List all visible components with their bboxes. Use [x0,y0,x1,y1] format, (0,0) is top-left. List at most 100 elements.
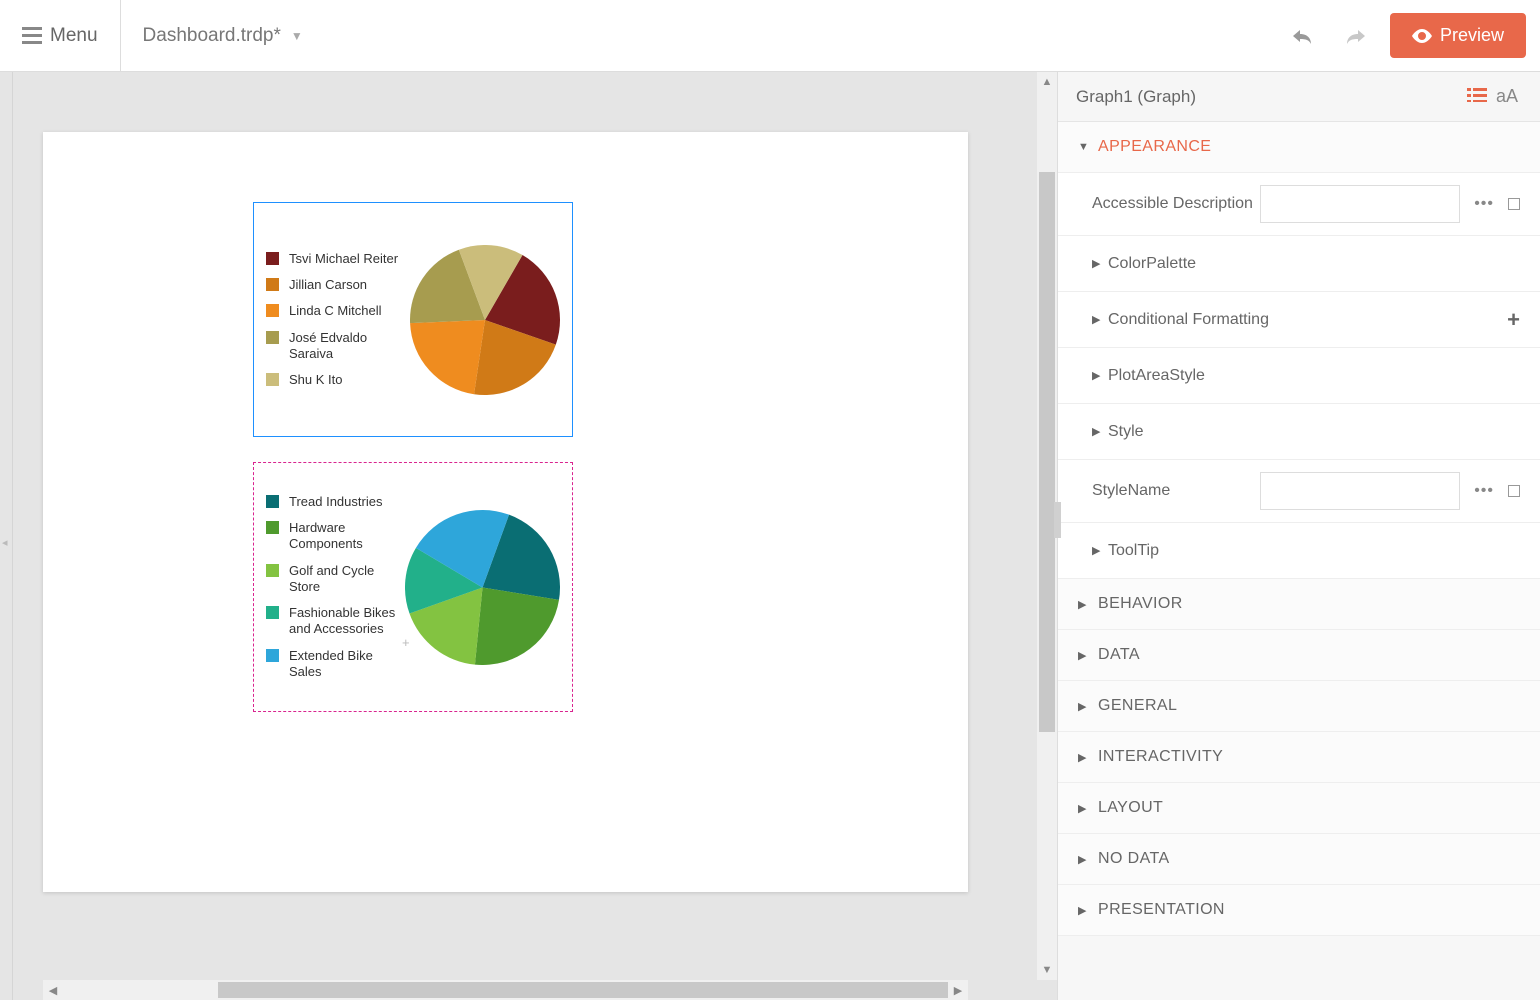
menu-button[interactable]: Menu [0,0,121,71]
prop-plot-area-style[interactable]: ▶ PlotAreaStyle [1058,348,1540,404]
group-behavior[interactable]: BEHAVIOR [1058,579,1540,630]
legend-swatch [266,606,279,619]
group-label: PRESENTATION [1098,901,1225,919]
legend-swatch [266,521,279,534]
selected-element-title: Graph1 (Graph) [1076,87,1462,107]
legend-swatch [266,278,279,291]
prop-color-palette[interactable]: ▶ ColorPalette [1058,236,1540,292]
ellipsis-button[interactable]: ••• [1470,482,1498,500]
prop-style-name: StyleName ••• [1058,460,1540,523]
legend-label: Jillian Carson [289,277,367,293]
report-page[interactable]: Tsvi Michael Reiter Jillian Carson Linda C… [43,132,968,892]
style-name-input[interactable] [1260,472,1460,510]
legend-swatch [266,495,279,508]
chevron-down-icon [1078,141,1090,153]
ellipsis-button[interactable]: ••• [1470,195,1498,213]
legend-item: Shu K Ito [266,372,402,388]
chevron-right-icon [1078,598,1090,611]
legend-item: Jillian Carson [266,277,402,293]
eye-icon [1412,29,1432,43]
graph1-pie-chart[interactable]: Tsvi Michael Reiter Jillian Carson Linda C… [253,202,573,437]
file-name: Dashboard.trdp* [143,25,281,47]
pie-chart-icon [410,245,560,395]
scroll-up-icon[interactable]: ▲ [1037,72,1057,92]
chevron-right-icon [1078,802,1090,815]
legend-label: Fashionable Bikes and Accessories [289,605,397,638]
expression-button[interactable] [1508,485,1520,497]
left-collapse-strip[interactable] [0,72,13,1000]
legend-label: Tread Industries [289,494,382,510]
legend-label: Hardware Components [289,520,397,553]
legend-swatch [266,252,279,265]
scroll-left-icon[interactable]: ◀ [43,984,63,997]
legend-item: Hardware Components [266,520,397,553]
file-name-dropdown[interactable]: Dashboard.trdp* ▼ [121,25,325,47]
chevron-down-icon: ▼ [291,29,303,43]
top-toolbar: Menu Dashboard.trdp* ▼ Preview [0,0,1540,72]
categorized-view-icon[interactable] [1462,86,1492,107]
prop-style[interactable]: ▶ Style [1058,404,1540,460]
horizontal-scrollbar[interactable]: ◀ ▶ [43,980,968,1000]
scroll-right-icon[interactable]: ▶ [948,984,968,997]
legend-label: José Edvaldo Saraiva [289,330,402,363]
prop-label: Style [1108,423,1520,441]
group-general[interactable]: GENERAL [1058,681,1540,732]
prop-label: StyleName [1092,482,1260,500]
prop-tooltip[interactable]: ▶ ToolTip [1058,523,1540,579]
group-presentation[interactable]: PRESENTATION [1058,885,1540,936]
chevron-right-icon: ▶ [1092,257,1108,270]
prop-label: PlotAreaStyle [1108,367,1520,385]
legend-label: Linda C Mitchell [289,303,382,319]
legend-swatch [266,649,279,662]
legend-swatch [266,331,279,344]
hamburger-icon [22,27,42,44]
plus-icon: + [402,635,410,650]
undo-icon [1290,26,1314,46]
prop-label: ToolTip [1108,542,1520,560]
legend-label: Tsvi Michael Reiter [289,251,398,267]
accessible-description-input[interactable] [1260,185,1460,223]
chevron-right-icon: ▶ [1092,544,1108,557]
chart-legend: Tread Industries Hardware Components Golf … [266,494,397,680]
expression-button[interactable] [1508,198,1520,210]
group-label: APPEARANCE [1098,138,1211,156]
scroll-down-icon[interactable]: ▼ [1037,960,1057,980]
group-data[interactable]: DATA [1058,630,1540,681]
chevron-right-icon: ▶ [1092,313,1108,326]
group-appearance[interactable]: APPEARANCE [1058,122,1540,173]
alphabetical-view-icon[interactable]: aA [1492,86,1522,107]
chevron-right-icon [1078,649,1090,662]
legend-label: Golf and Cycle Store [289,563,397,596]
pie-chart-icon [405,510,560,665]
redo-icon [1344,26,1368,46]
properties-panel: Graph1 (Graph) aA APPEARANCE Accessible … [1057,72,1540,1000]
group-nodata[interactable]: NO DATA [1058,834,1540,885]
legend-item: Linda C Mitchell [266,303,402,319]
legend-item: Tread Industries [266,494,397,510]
scroll-thumb[interactable] [218,982,948,998]
legend-swatch [266,304,279,317]
preview-button[interactable]: Preview [1390,13,1526,58]
prop-accessible-description: Accessible Description ••• [1058,173,1540,236]
panel-resize-handle[interactable] [1054,502,1061,538]
add-button[interactable]: + [1507,307,1520,333]
chevron-right-icon [1078,904,1090,917]
scroll-thumb[interactable] [1039,172,1055,732]
design-canvas-area: Tsvi Michael Reiter Jillian Carson Linda C… [13,72,1057,1000]
legend-label: Shu K Ito [289,372,342,388]
graph2-pie-chart[interactable]: Tread Industries Hardware Components Golf … [253,462,573,712]
prop-conditional-formatting[interactable]: ▶ Conditional Formatting + [1058,292,1540,348]
legend-swatch [266,373,279,386]
chevron-right-icon [1078,700,1090,713]
group-layout[interactable]: LAYOUT [1058,783,1540,834]
group-label: GENERAL [1098,697,1177,715]
group-interactivity[interactable]: INTERACTIVITY [1058,732,1540,783]
chart-legend: Tsvi Michael Reiter Jillian Carson Linda C… [266,251,402,389]
redo-button[interactable] [1336,16,1376,56]
legend-label: Extended Bike Sales [289,648,397,681]
legend-item: Fashionable Bikes and Accessories [266,605,397,638]
legend-item: Golf and Cycle Store [266,563,397,596]
legend-swatch [266,564,279,577]
undo-button[interactable] [1282,16,1322,56]
chevron-right-icon: ▶ [1092,369,1108,382]
